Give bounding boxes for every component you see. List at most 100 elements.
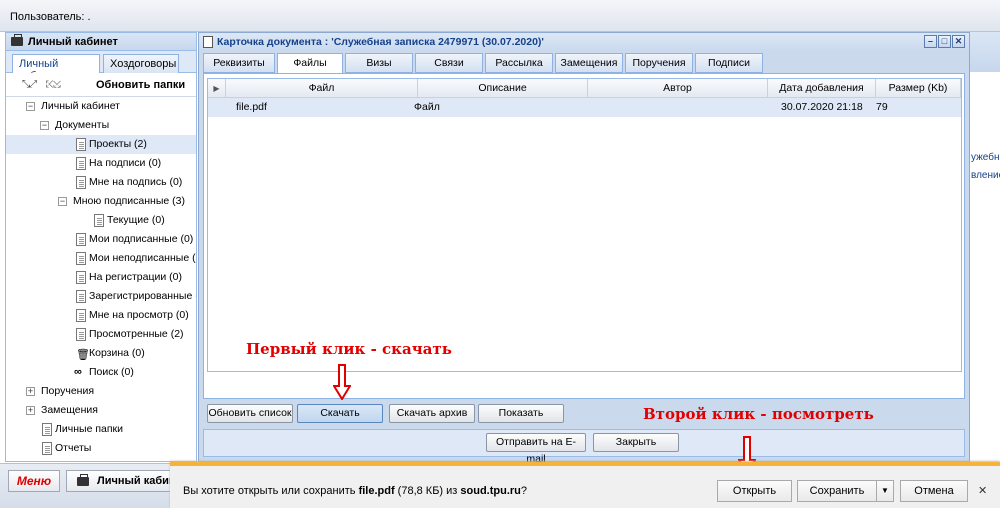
document-icon xyxy=(76,252,86,265)
document-icon xyxy=(76,138,86,151)
send-email-button[interactable]: Отправить на E-mail xyxy=(486,433,586,465)
tree-item[interactable]: Мне на просмотр (0) xyxy=(6,306,196,325)
annotation-arrow-down-icon xyxy=(333,364,351,400)
grid-header-author[interactable]: Автор xyxy=(588,79,768,98)
tree-item[interactable]: − Личный кабинет xyxy=(6,97,196,116)
play-icon: ▶ xyxy=(213,84,220,93)
collapse-node-icon[interactable]: − xyxy=(58,197,67,206)
tree-item[interactable]: ∞ Поиск (0) xyxy=(6,363,196,382)
document-icon xyxy=(76,176,86,189)
annotation-second-click: Второй клик - посмотреть xyxy=(643,405,874,423)
tree-item[interactable]: На регистрации (0) xyxy=(6,268,196,287)
download-notification-bar: Вы хотите открыть или сохранить file.pdf… xyxy=(170,462,1000,508)
briefcase-icon xyxy=(77,474,89,486)
tree-item[interactable]: Мне на подпись (0) xyxy=(6,173,196,192)
download-file-size: (78,8 КБ) из xyxy=(394,485,461,497)
refresh-list-button[interactable]: Обновить список xyxy=(207,404,293,423)
background-link-2[interactable]: вление xyxy=(971,170,1000,181)
taskbar-item-personal-cabinet[interactable]: Личный кабинет xyxy=(66,470,176,492)
tree-item[interactable]: + Замещения xyxy=(6,401,196,420)
tree-item[interactable]: Мои неподписанные (0) xyxy=(6,249,196,268)
expand-node-icon[interactable]: + xyxy=(26,387,35,396)
grid-header-description[interactable]: Описание xyxy=(418,79,588,98)
expand-all-icon[interactable]: ⤡⤢ xyxy=(22,79,37,90)
document-icon xyxy=(42,442,52,455)
tree-item[interactable]: − Документы xyxy=(6,116,196,135)
tree-item[interactable]: − Мною подписанные (3) xyxy=(6,192,196,211)
tab-personal-cabinet[interactable]: Личный кабинет xyxy=(12,54,100,82)
tree-item[interactable]: Просмотренные (2) xyxy=(6,325,196,344)
document-tabs: Реквизиты Файлы Визы Связи Рассылка Заме… xyxy=(203,53,965,74)
open-button[interactable]: Открыть xyxy=(717,480,792,502)
document-icon xyxy=(76,271,86,284)
tree-item[interactable]: Отчеты xyxy=(6,439,196,458)
window-footer: Отправить на E-mail Закрыть xyxy=(203,429,965,465)
tree-item[interactable]: На подписи (0) xyxy=(6,154,196,173)
collapse-node-icon[interactable]: − xyxy=(26,102,35,111)
tree-item[interactable]: Мои подписанные (0) xyxy=(6,230,196,249)
background-panel-right: ужебна вление xyxy=(965,32,1000,462)
binoculars-icon: ∞ xyxy=(74,366,82,378)
tree-item[interactable]: Зарегистрированные (7) xyxy=(6,287,197,306)
download-prompt-suffix: ? xyxy=(520,485,528,497)
grid-header-expander[interactable]: ▶ xyxy=(208,79,226,98)
tree-item-label: На подписи (0) xyxy=(89,157,162,169)
document-icon xyxy=(76,328,86,341)
table-row[interactable]: file.pdf Файл 30.07.2020 21:18 79 xyxy=(208,98,961,117)
document-card-window: Карточка документа : 'Служебная записка … xyxy=(198,32,970,465)
refresh-folders-button[interactable]: Обновить папки xyxy=(96,79,185,91)
download-archive-button[interactable]: Скачать архив xyxy=(389,404,475,423)
taskbar-item-label: Личный кабинет xyxy=(97,475,176,487)
tree-item[interactable]: 🗑 Корзина (0) xyxy=(6,344,196,363)
tab-files[interactable]: Файлы xyxy=(277,53,343,74)
window-title: Карточка документа : 'Служебная записка … xyxy=(217,36,544,48)
tab-visas[interactable]: Визы xyxy=(345,53,413,73)
document-icon xyxy=(203,36,213,48)
folder-tree: − Личный кабинет − Документы Проекты (2) На п… xyxy=(6,97,196,457)
expand-node-icon[interactable]: + xyxy=(26,406,35,415)
tree-item-label: Зарегистрированные (7) xyxy=(89,290,197,302)
tab-signatures[interactable]: Подписи xyxy=(695,53,763,73)
tree-item[interactable]: Проекты (2) xyxy=(6,135,196,154)
grid-header-file[interactable]: Файл xyxy=(226,79,418,98)
left-panel: Личный кабинет Личный кабинет Хоздоговор… xyxy=(5,32,197,462)
close-button[interactable]: Закрыть xyxy=(593,433,679,452)
collapse-all-icon[interactable]: ⤪⤩ xyxy=(46,79,61,90)
tree-item-label: Личный кабинет xyxy=(41,100,120,112)
tab-requisites[interactable]: Реквизиты xyxy=(203,53,275,73)
tree-item-label: Документы xyxy=(55,119,110,131)
collapse-node-icon[interactable]: − xyxy=(40,121,49,130)
download-host: soud.tpu.ru xyxy=(460,485,521,497)
tab-contracts[interactable]: Хоздоговоры xyxy=(103,54,179,73)
show-button[interactable]: Показать xyxy=(478,404,564,423)
grid-header-size[interactable]: Размер (Kb) xyxy=(876,79,961,98)
tree-item[interactable]: Текущие (0) xyxy=(6,211,196,230)
close-icon[interactable]: ✕ xyxy=(978,484,987,497)
download-button[interactable]: Скачать xyxy=(297,404,383,423)
tree-item-label: Отчеты xyxy=(55,442,92,454)
document-icon xyxy=(76,233,86,246)
minimize-button[interactable]: – xyxy=(924,35,937,48)
tab-links[interactable]: Связи xyxy=(415,53,483,73)
close-window-button[interactable]: ✕ xyxy=(952,35,965,48)
cell-size: 79 xyxy=(876,101,888,113)
tree-item-label: Личные папки xyxy=(55,423,123,435)
tab-assignments[interactable]: Поручения xyxy=(625,53,693,73)
background-link-1[interactable]: ужебна xyxy=(971,152,1000,163)
files-grid: ▶ Файл Описание Автор Дата добавления Ра… xyxy=(207,78,962,372)
tree-item[interactable]: + Поручения xyxy=(6,382,196,401)
tree-item-label: Мною подписанные (3) xyxy=(73,195,185,207)
maximize-button[interactable]: □ xyxy=(938,35,951,48)
menu-button[interactable]: Меню xyxy=(8,470,60,492)
tab-substitutions[interactable]: Замещения xyxy=(555,53,623,73)
save-button[interactable]: Сохранить xyxy=(797,480,877,502)
tree-item[interactable]: Личные папки xyxy=(6,420,196,439)
background-panel-header xyxy=(966,32,1000,72)
tab-mailing[interactable]: Рассылка xyxy=(485,53,553,73)
annotation-first-click: Первый клик - скачать xyxy=(246,340,452,358)
window-titlebar[interactable]: Карточка документа : 'Служебная записка … xyxy=(199,33,969,51)
save-options-dropdown[interactable]: ▼ xyxy=(876,480,894,502)
cancel-button[interactable]: Отмена xyxy=(900,480,968,502)
download-prompt-prefix: Вы хотите открыть или сохранить xyxy=(183,485,359,497)
grid-header-date-added[interactable]: Дата добавления xyxy=(768,79,876,98)
